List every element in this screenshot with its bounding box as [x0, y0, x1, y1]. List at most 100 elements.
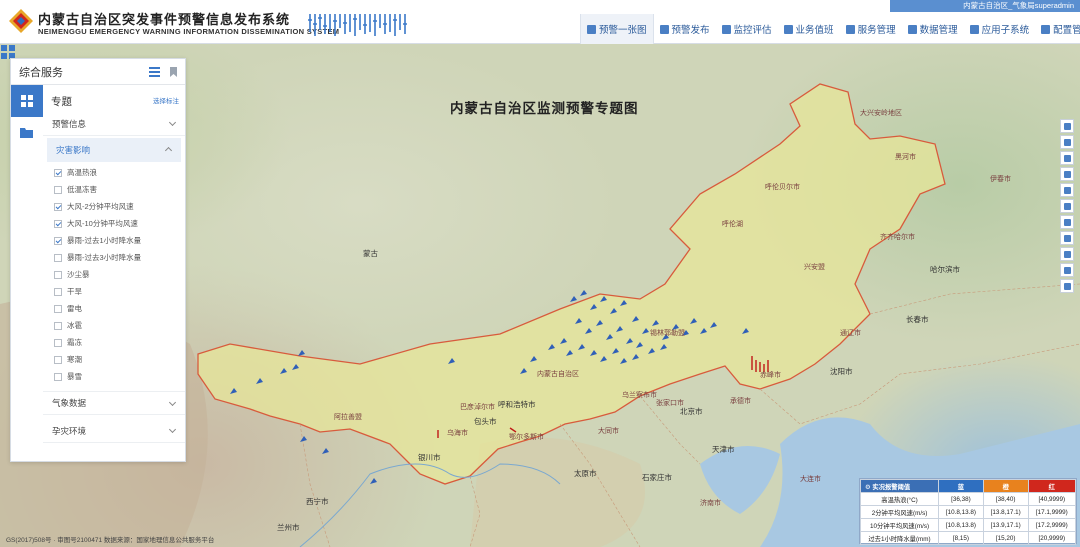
checkbox[interactable]	[54, 253, 62, 262]
nav-config[interactable]: 配置管理	[1035, 14, 1080, 44]
checkbox[interactable]	[54, 338, 62, 347]
map-label: 长春市	[906, 315, 929, 324]
map-label: 齐齐哈尔市	[880, 234, 915, 241]
map-label: 张家口市	[656, 400, 684, 407]
map-label: 大兴安岭地区	[860, 110, 902, 117]
map-label: 承德市	[730, 398, 751, 405]
main-nav: 预警一张图 预警发布 监控评估 业务值班 服务管理 数据管理 应用子系统 配置管…	[580, 14, 1080, 44]
checkbox[interactable]	[54, 355, 62, 364]
topic-tab[interactable]	[11, 85, 43, 117]
checkbox[interactable]	[54, 219, 62, 228]
chart-icon	[721, 24, 731, 34]
map-label: 巴彦淖尔市	[460, 404, 495, 411]
nav-warning-publish[interactable]: 预警发布	[654, 14, 716, 44]
chevron-down-icon	[168, 425, 177, 434]
zoom-in-icon[interactable]	[1060, 119, 1074, 133]
layer-item[interactable]: 大风-2分钟平均风速	[43, 198, 185, 215]
cloud-icon	[845, 24, 855, 34]
map-icon	[587, 24, 596, 34]
map-label: 赤峰市	[760, 372, 781, 379]
nav-duty[interactable]: 业务值班	[778, 14, 840, 44]
nav-data-mgmt[interactable]: 数据管理	[902, 14, 964, 44]
chevron-down-icon	[168, 398, 177, 407]
map-label: 蒙古	[363, 249, 378, 258]
layer-item[interactable]: 霜冻	[43, 334, 185, 351]
user-icon	[1041, 24, 1051, 34]
map-label: 呼和浩特市	[498, 400, 536, 409]
mongolian-script-logo	[308, 14, 407, 36]
layer-icon[interactable]	[1060, 135, 1074, 149]
folder-tab[interactable]	[11, 117, 43, 149]
map-label: 呼伦贝尔市	[765, 184, 800, 191]
layer-item[interactable]: 冰雹	[43, 317, 185, 334]
print-icon[interactable]	[1060, 215, 1074, 229]
map-label: 通辽市	[840, 330, 861, 337]
bookmark-icon[interactable]	[168, 67, 179, 77]
layer-item[interactable]: 干旱	[43, 283, 185, 300]
checkbox[interactable]	[54, 168, 62, 177]
checkbox[interactable]	[54, 372, 62, 381]
phone-icon[interactable]	[1060, 247, 1074, 261]
map-label: 兴安盟	[804, 264, 825, 271]
checkbox[interactable]	[54, 202, 62, 211]
layer-item[interactable]: 暴雪	[43, 368, 185, 385]
map-label: 大同市	[598, 428, 619, 435]
layer-item[interactable]: 低温冻害	[43, 181, 185, 198]
category-weather[interactable]: 气象数据	[43, 391, 185, 415]
clear-icon[interactable]	[1060, 279, 1074, 293]
fullscreen-icon[interactable]	[1060, 167, 1074, 181]
share-icon[interactable]	[1060, 199, 1074, 213]
layer-item[interactable]: 暴雨-过去3小时降水量	[43, 249, 185, 266]
map-label: 乌兰察布市	[622, 392, 657, 399]
map-label: 内蒙古自治区	[537, 371, 579, 378]
checkbox[interactable]	[54, 185, 62, 194]
category-warning[interactable]: 预警信息	[43, 112, 185, 136]
map-label: 沈阳市	[830, 367, 853, 376]
list-view-icon[interactable]	[149, 67, 160, 77]
map-label: 黑河市	[895, 154, 916, 161]
layer-item[interactable]: 沙尘暴	[43, 266, 185, 283]
map-label: 乌海市	[447, 430, 468, 437]
checkbox[interactable]	[54, 321, 62, 330]
database-icon	[907, 24, 917, 34]
map-label: 鄂尔多斯市	[509, 434, 544, 441]
measure-icon[interactable]	[1060, 151, 1074, 165]
map-label: 济南市	[700, 500, 721, 507]
grid-icon	[21, 95, 33, 107]
select-label-link[interactable]: 选择标注	[153, 95, 179, 105]
layer-item[interactable]: 高温热浪	[43, 164, 185, 181]
nav-service-mgmt[interactable]: 服务管理	[840, 14, 902, 44]
legend-title: ⚙ 实况报警阈值	[860, 479, 939, 493]
panel-title: 综合服务	[19, 66, 63, 79]
layer-item[interactable]: 大风-10分钟平均风速	[43, 215, 185, 232]
layer-item[interactable]: 寒潮	[43, 351, 185, 368]
map-label: 呼伦湖	[722, 221, 743, 228]
checkbox[interactable]	[54, 287, 62, 296]
panel-side-tabs	[11, 85, 43, 461]
checkbox[interactable]	[54, 304, 62, 313]
category-environment[interactable]: 孕灾环境	[43, 419, 185, 443]
map-copyright: GS(2017)508号 · 审图号2100471 数据来源：国家地理信息公共服…	[6, 537, 215, 544]
locate-icon[interactable]	[1060, 183, 1074, 197]
category-disaster[interactable]: 灾害影响	[47, 138, 181, 162]
map-label: 银川市	[418, 453, 441, 462]
layer-item[interactable]: 暴雨-过去1小时降水量	[43, 232, 185, 249]
settings-icon[interactable]	[1060, 263, 1074, 277]
map-label: 伊春市	[990, 176, 1011, 183]
topic-list: 专题 选择标注 预警信息 灾害影响 高温热浪 低温冻害 大风-2分钟平均风速 大…	[43, 85, 185, 461]
table-header-row: ⚙ 实况报警阈值 蓝 橙 红	[860, 479, 1077, 493]
current-user-info: 内蒙古自治区_气象局superadmin	[890, 0, 1080, 12]
map-label: 哈尔滨市	[930, 265, 960, 274]
level-orange: 橙	[982, 479, 1029, 493]
nav-subsystems[interactable]: 应用子系统	[964, 14, 1036, 44]
checkbox[interactable]	[54, 270, 62, 279]
map-label: 天津市	[712, 445, 735, 454]
layer-item[interactable]: 雷电	[43, 300, 185, 317]
nav-monitoring[interactable]: 监控评估	[716, 14, 778, 44]
nav-warning-map[interactable]: 预警一张图	[580, 14, 654, 44]
app-title-english: NEIMENGGU EMERGENCY WARNING INFORMATION …	[38, 27, 340, 36]
save-icon[interactable]	[1060, 231, 1074, 245]
map-label: 锡林郭勒盟	[650, 330, 685, 337]
table-row: 高温热浪(°C) [36,38) [38,40) [40,9999)	[860, 492, 1077, 506]
checkbox[interactable]	[54, 236, 62, 245]
